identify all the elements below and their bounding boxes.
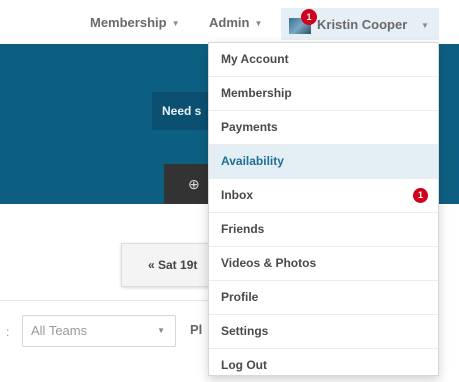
menu-item-log-out[interactable]: Log Out [209,349,438,382]
menu-item-my-account[interactable]: My Account [209,43,438,77]
chevron-down-icon: ▼ [254,18,263,28]
menu-item-videos-photos[interactable]: Videos & Photos [209,247,438,281]
filter-label-partial: Pl [190,322,203,337]
menu-item-availability[interactable]: Availability [209,145,438,179]
menu-item-label: Settings [221,324,269,338]
menu-item-label: Friends [221,222,265,236]
user-dropdown-menu: My Account Membership Payments Availabil… [208,42,439,376]
menu-item-label: Log Out [221,358,267,372]
menu-item-profile[interactable]: Profile [209,281,438,315]
top-navbar: Membership ▼ Admin ▼ 1 Kristin Cooper ▼ [0,0,459,44]
divider [0,300,210,301]
inbox-count-badge: 1 [413,188,428,203]
menu-item-payments[interactable]: Payments [209,111,438,145]
user-menu-toggle[interactable]: 1 Kristin Cooper ▼ [281,8,439,40]
menu-item-inbox[interactable]: Inbox 1 [209,179,438,213]
menu-item-label: Payments [221,120,278,134]
menu-item-label: Inbox [221,188,253,202]
menu-item-label: Availability [221,154,284,168]
chevron-down-icon: ▼ [421,21,429,30]
menu-item-label: Videos & Photos [221,256,317,270]
nav-membership-menu[interactable]: Membership ▼ [90,12,180,34]
filter-separator: : [6,325,10,339]
chevron-down-icon: ▼ [171,18,180,28]
notification-badge: 1 [301,9,317,25]
menu-item-label: Profile [221,290,259,304]
nav-admin-menu[interactable]: Admin ▼ [209,12,262,34]
nav-membership-label: Membership [90,15,167,30]
menu-item-settings[interactable]: Settings [209,315,438,349]
teams-select[interactable]: All Teams ▼ [22,315,176,347]
teams-select-value: All Teams [31,323,88,338]
menu-item-label: My Account [221,52,289,66]
menu-item-membership[interactable]: Membership [209,77,438,111]
user-name: Kristin Cooper [317,17,408,32]
plus-circle-icon: ⊕ [188,176,200,192]
chevron-down-icon: ▼ [157,326,165,335]
menu-item-label: Membership [221,86,292,100]
nav-admin-label: Admin [209,15,250,30]
menu-item-friends[interactable]: Friends [209,213,438,247]
